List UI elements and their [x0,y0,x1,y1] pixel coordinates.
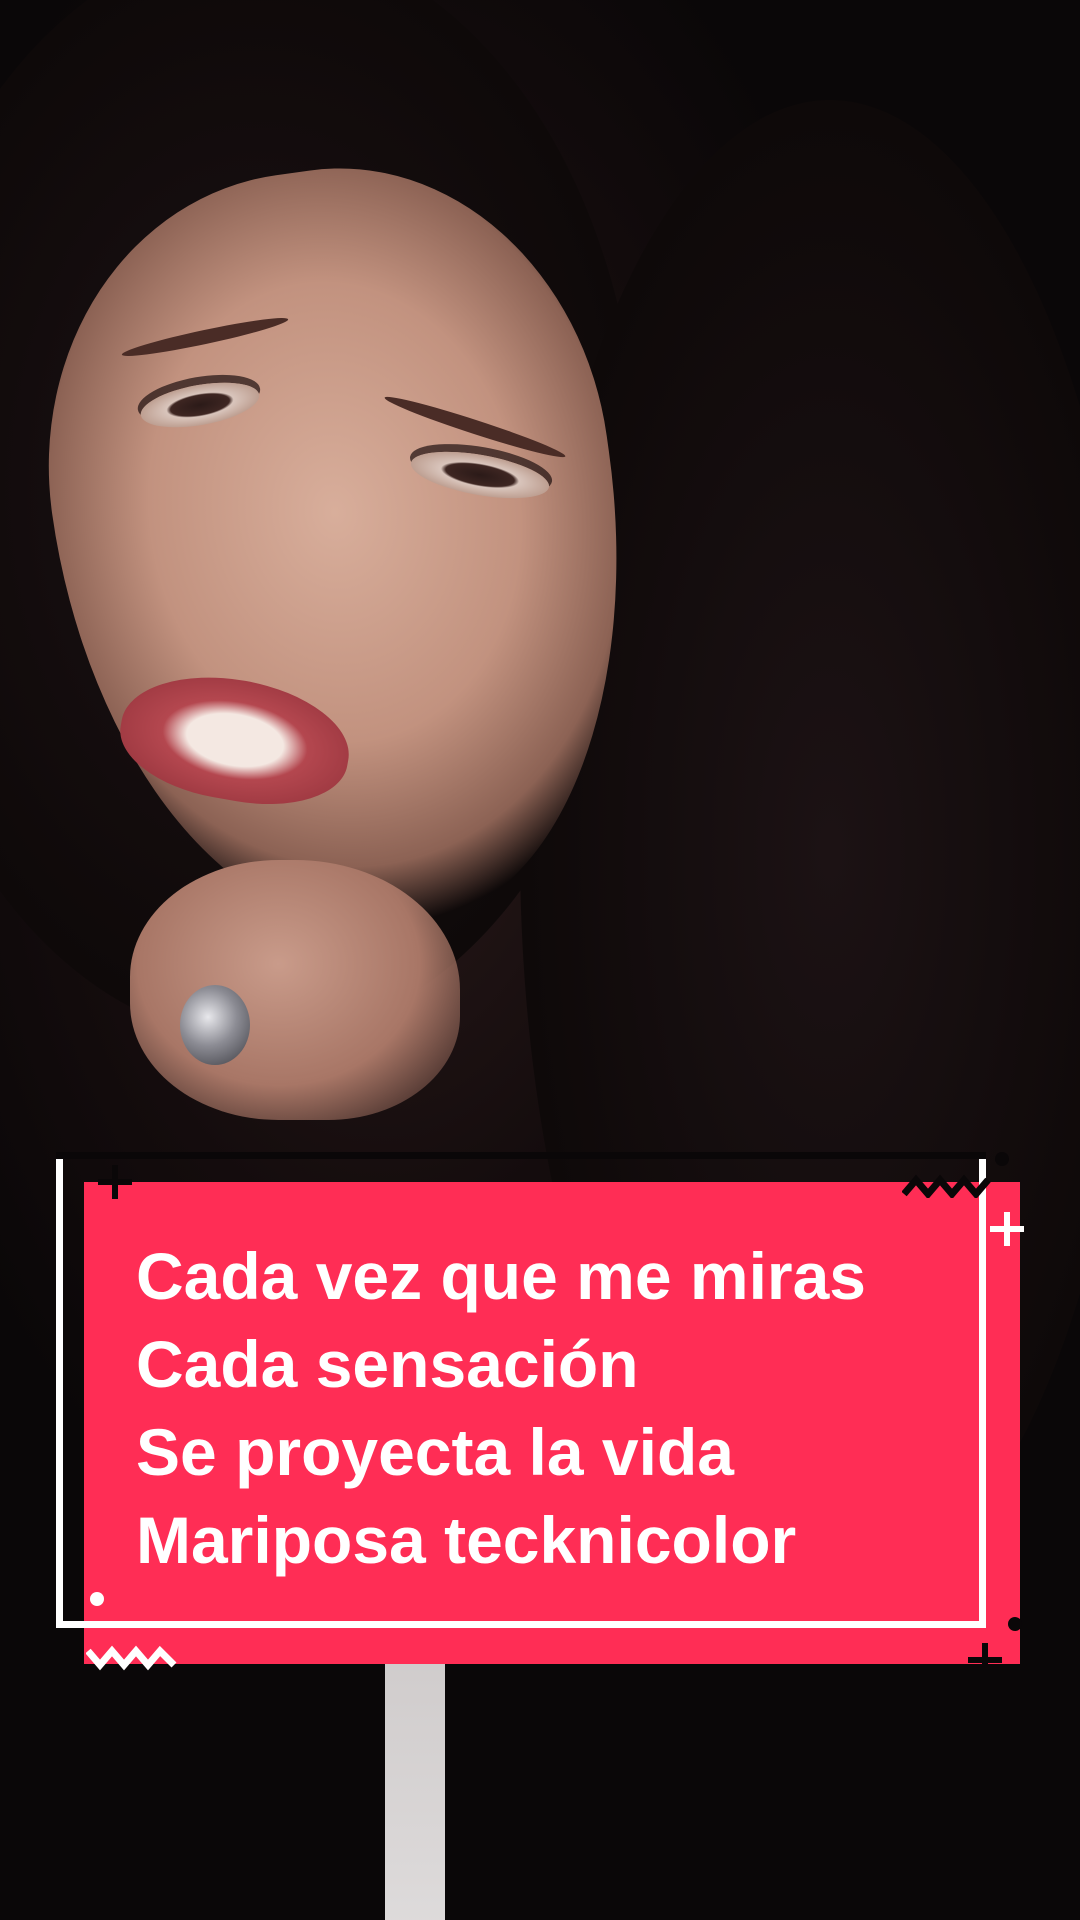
lyric-line: Mariposa tecknicolor [136,1503,797,1577]
plus-icon [98,1165,132,1199]
plus-icon [968,1643,1002,1677]
card-frame-top [56,1152,986,1159]
zigzag-icon [86,1645,177,1671]
lyric-line: Se proyecta la vida [136,1415,734,1489]
lyric-lines: Cada vez que me miras Cada sensación Se … [136,1232,996,1584]
light-strip [385,1660,445,1920]
hand-shape [130,860,460,1120]
zigzag-icon [902,1174,991,1198]
lyric-line: Cada sensación [136,1327,639,1401]
dot-icon [995,1152,1009,1166]
dot-icon [90,1592,104,1606]
ring-shape [180,985,250,1065]
video-frame: Cada vez que me miras Cada sensación Se … [0,0,1080,1920]
plus-icon [990,1212,1024,1246]
dot-icon [1008,1617,1022,1631]
lyric-line: Cada vez que me miras [136,1239,866,1313]
